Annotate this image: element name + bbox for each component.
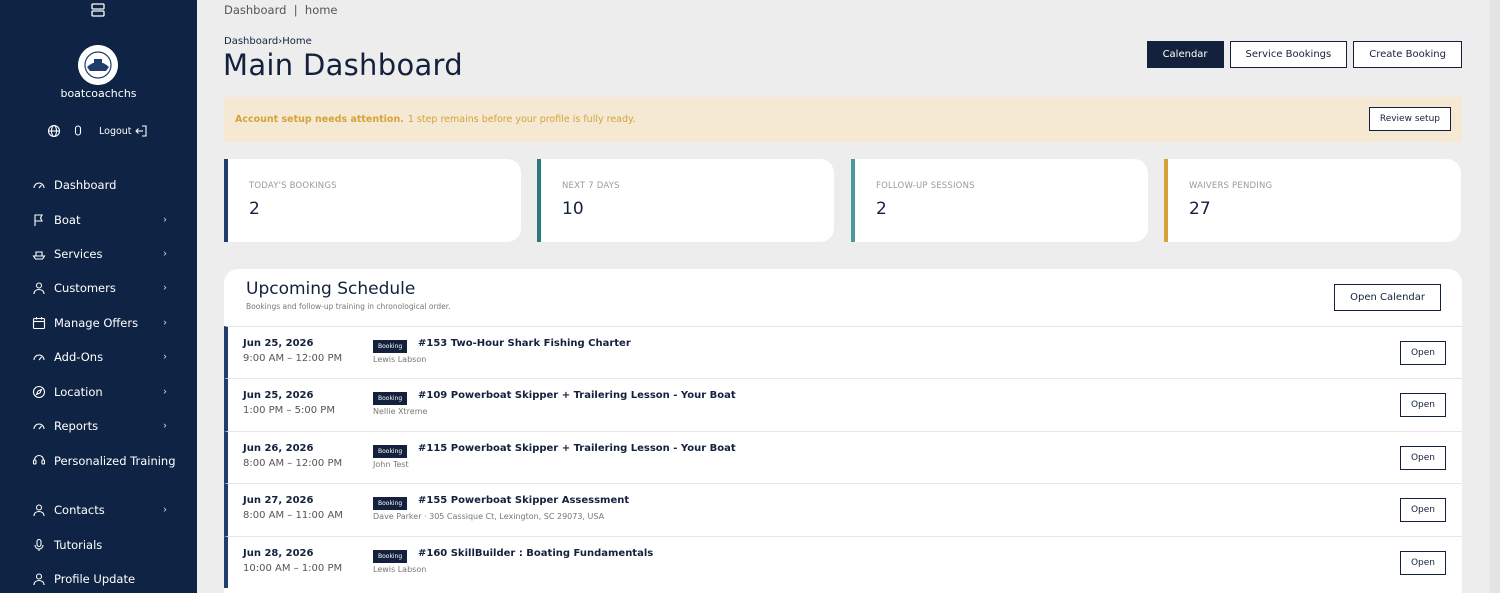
page-scrollbar[interactable] (1490, 0, 1500, 593)
page-title: Main Dashboard (223, 48, 463, 82)
chevron-right-icon: › (163, 386, 167, 398)
schedule-row: Jun 27, 2026 8:00 AM – 11:00 AM Booking … (224, 483, 1462, 536)
schedule-row: Jun 28, 2026 10:00 AM – 1:00 PM Booking … (224, 535, 1462, 588)
sidebar-item-customers[interactable]: Customers › (0, 271, 197, 305)
stat-todays-bookings: TODAY'S BOOKINGS 2 (224, 159, 521, 242)
sidebar-item-boat[interactable]: Boat › (0, 202, 197, 236)
sidebar-item-label: Reports (54, 418, 99, 433)
topbar-title: Dashboard | home (224, 3, 338, 17)
username: boatcoachchs (60, 87, 137, 100)
chevron-right-icon: › (163, 282, 167, 294)
booking-badge: Booking (373, 340, 408, 353)
sidebar-item-personalized-training[interactable]: Personalized Training (0, 443, 197, 493)
stat-follow-up-sessions: FOLLOW-UP SESSIONS 2 (851, 159, 1148, 242)
breadcrumb-home: Home (282, 36, 312, 47)
main-content: Dashboard | home Dashboard›Home Main Das… (197, 0, 1500, 593)
server-icon[interactable] (90, 2, 106, 18)
booking-badge: Booking (373, 392, 408, 406)
avatar[interactable] (78, 45, 118, 85)
open-booking-button[interactable]: Open (1399, 550, 1446, 575)
open-booking-button[interactable]: Open (1399, 341, 1446, 365)
schedule-row: Jun 25, 2026 1:00 PM – 5:00 PM Booking #… (224, 378, 1462, 431)
sidebar-item-label: Boat (54, 212, 81, 227)
chevron-right-icon: › (163, 504, 167, 516)
schedule-subtitle: Bookings and follow-up training in chron… (246, 302, 451, 311)
sidebar-item-tutorials[interactable]: Tutorials (0, 528, 197, 562)
stats-row: TODAY'S BOOKINGS 2 NEXT 7 DAYS 10 FOLLOW… (224, 159, 1462, 242)
open-booking-button[interactable]: Open (1399, 498, 1446, 523)
setup-alert: Account setup needs attention. 1 step re… (224, 97, 1462, 142)
upcoming-schedule: Upcoming Schedule Bookings and follow-up… (224, 269, 1462, 593)
dashboard-icon (32, 178, 46, 192)
booking-badge: Booking (373, 549, 408, 563)
chevron-right-icon: › (163, 351, 167, 363)
sidebar-nav: Dashboard Boat › Services › Customers › … (0, 168, 197, 593)
stat-waivers-pending: WAIVERS PENDING 27 (1164, 159, 1461, 242)
sidebar-item-services[interactable]: Services › (0, 237, 197, 271)
sidebar-item-label: Profile Update (54, 572, 136, 587)
booking-badge: Booking (373, 444, 408, 458)
sidebar-item-add-ons[interactable]: Add-Ons › (0, 340, 197, 374)
sidebar-item-label: Add-Ons (54, 350, 104, 365)
logout-icon (134, 124, 148, 138)
create-booking-button[interactable]: Create Booking (1353, 41, 1462, 68)
alert-bold: Account setup needs attention. (235, 114, 404, 125)
review-setup-button[interactable]: Review setup (1368, 107, 1451, 131)
open-booking-button[interactable]: Open (1399, 393, 1446, 418)
sidebar-item-profile-update[interactable]: Profile Update (0, 562, 197, 593)
sidebar-item-label: Location (54, 384, 103, 399)
chevron-right-icon: › (163, 317, 167, 329)
breadcrumb: Dashboard›Home (224, 36, 312, 47)
calendar-button[interactable]: Calendar (1146, 41, 1224, 68)
user-icon (32, 572, 46, 586)
sidebar-item-label: Personalized Training (54, 454, 176, 469)
sidebar-item-manage-offers[interactable]: Manage Offers › (0, 306, 197, 340)
chevron-right-icon: › (163, 420, 167, 432)
dashboard-icon (32, 419, 46, 433)
sidebar-item-contacts[interactable]: Contacts › (0, 493, 197, 527)
calendar-icon (32, 316, 46, 330)
dashboard-icon (32, 350, 46, 364)
sidebar-item-label: Customers (54, 281, 116, 296)
flag-icon (32, 213, 46, 227)
training-icon (32, 452, 46, 466)
sidebar-item-reports[interactable]: Reports › (0, 409, 197, 443)
compass-icon (32, 385, 46, 399)
header-actions: Calendar Service Bookings Create Booking (1146, 41, 1462, 68)
open-calendar-button[interactable]: Open Calendar (1334, 284, 1441, 311)
sidebar-item-label: Contacts (54, 503, 105, 518)
chevron-right-icon: › (163, 248, 167, 260)
service-bookings-button[interactable]: Service Bookings (1229, 41, 1348, 68)
schedule-row: Jun 26, 2026 8:00 AM – 12:00 PM Booking … (224, 430, 1462, 484)
sidebar-item-label: Tutorials (54, 537, 103, 552)
user-icon[interactable] (71, 124, 85, 138)
boat-icon (32, 247, 46, 261)
stat-next-7-days: NEXT 7 DAYS 10 (537, 159, 834, 242)
sidebar-utilities: Logout (47, 123, 148, 139)
user-icon (32, 503, 46, 517)
schedule-title: Upcoming Schedule (246, 279, 416, 299)
logout-link[interactable]: Logout (99, 124, 148, 138)
sidebar-item-location[interactable]: Location › (0, 374, 197, 408)
sidebar-item-label: Dashboard (54, 178, 117, 193)
chevron-right-icon: › (163, 214, 167, 226)
sidebar-item-label: Services (54, 246, 103, 261)
sidebar-item-dashboard[interactable]: Dashboard (0, 168, 197, 202)
sidebar-item-label: Manage Offers (54, 315, 139, 330)
alert-text: 1 step remains before your profile is fu… (407, 114, 636, 125)
globe-icon[interactable] (47, 124, 61, 138)
sidebar: boatcoachchs Logout Dashboard Boat › Ser… (0, 0, 197, 593)
logout-label: Logout (99, 125, 132, 137)
booking-badge: Booking (373, 497, 408, 511)
schedule-list: Jun 25, 2026 9:00 AM – 12:00 PM Booking … (224, 326, 1462, 588)
open-booking-button[interactable]: Open (1399, 445, 1446, 470)
breadcrumb-dashboard[interactable]: Dashboard (224, 36, 278, 47)
schedule-row: Jun 25, 2026 9:00 AM – 12:00 PM Booking … (224, 326, 1462, 379)
mic-icon (32, 538, 46, 552)
user-icon (32, 281, 46, 295)
